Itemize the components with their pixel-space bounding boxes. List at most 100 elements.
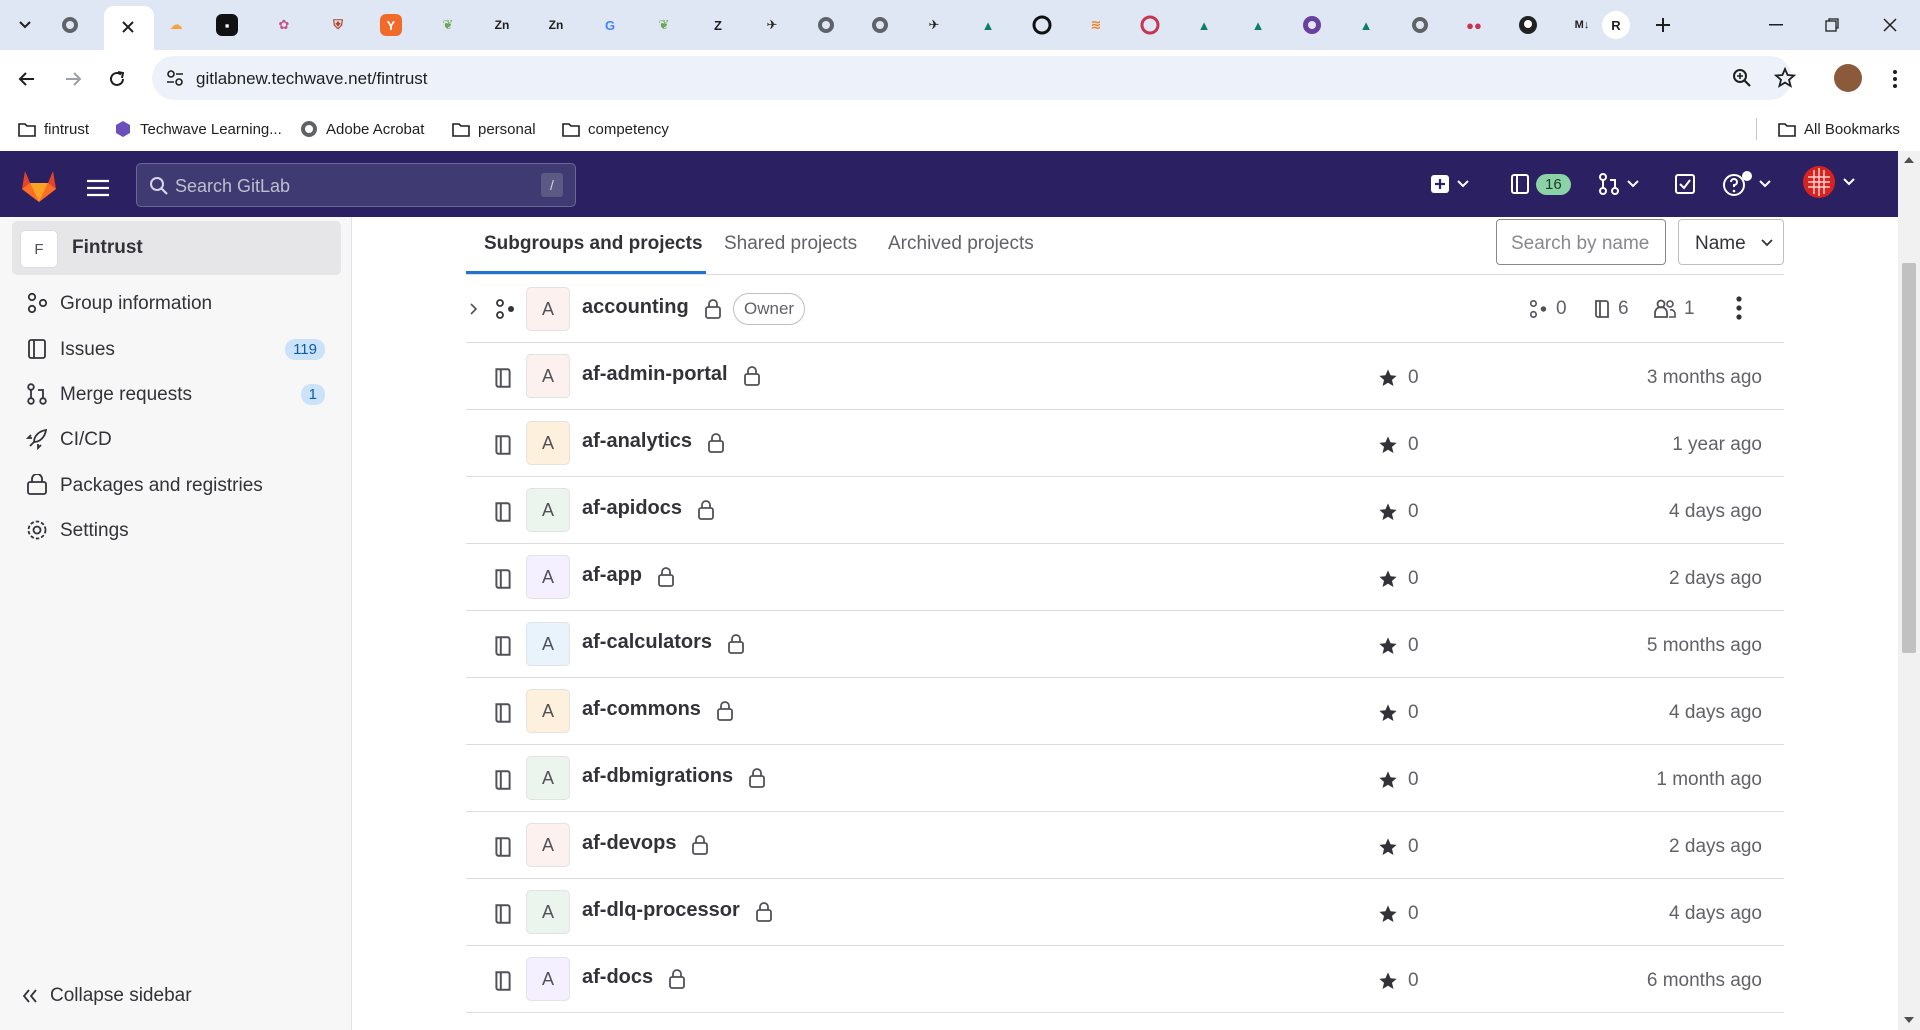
lock-icon [705, 299, 721, 319]
search-gitlab-input[interactable]: Search GitLab / [136, 163, 576, 207]
todo-icon[interactable] [1674, 169, 1696, 199]
bookmark-adobe-acrobat[interactable]: Adobe Acrobat [300, 117, 424, 141]
bookmark-star-icon[interactable] [1774, 67, 1796, 89]
all-bookmarks[interactable]: All Bookmarks [1778, 117, 1900, 141]
project-name[interactable]: af-admin-portal [582, 363, 728, 386]
tab-favicon-leaf-icon[interactable]: ❦ [650, 11, 678, 39]
tab-favicon-bird-icon[interactable]: ✈ [758, 11, 786, 39]
chevron-right-icon[interactable] [470, 303, 478, 315]
active-tab[interactable] [104, 6, 154, 50]
tab-favicon-circle-icon[interactable] [1136, 11, 1164, 39]
bookmark-techwave[interactable]: Techwave Learning... [114, 117, 282, 141]
project-row[interactable]: Aaf-dlq-processor 0 4 days ago [466, 879, 1784, 946]
sidebar-item-ci-cd[interactable]: CI/CD [12, 419, 341, 459]
tab-favicon-bird-icon[interactable]: ✈ [920, 11, 948, 39]
forward-icon[interactable] [58, 64, 88, 94]
project-row[interactable]: Aaf-dbmigrations 0 1 month ago [466, 745, 1784, 812]
tab-favicon-zn-icon[interactable]: Zn [542, 11, 570, 39]
subgroup-name[interactable]: accounting [582, 296, 689, 319]
project-name[interactable]: af-apidocs [582, 497, 682, 520]
star-icon [1379, 369, 1397, 386]
restore-icon[interactable] [1808, 8, 1856, 42]
tab-favicon-shield-icon[interactable]: ⛨ [324, 11, 352, 39]
tab-favicon-z-icon[interactable]: Z [704, 11, 732, 39]
tab-favicon-puzzle-icon[interactable]: ✿ [270, 11, 298, 39]
tab-favicon-globe-icon[interactable] [812, 11, 840, 39]
project-row[interactable]: Aaf-analytics 0 1 year ago [466, 410, 1784, 477]
sidebar-item-issues[interactable]: Issues 119 [12, 329, 341, 369]
tab-favicon-ring-icon[interactable] [1028, 11, 1056, 39]
sidebar-group-header[interactable]: F Fintrust [12, 221, 341, 275]
profile-avatar[interactable] [1834, 64, 1862, 92]
gitlab-logo-icon[interactable] [20, 167, 58, 203]
tab-search-icon[interactable] [10, 10, 40, 40]
bookmark-personal[interactable]: personal [452, 117, 536, 141]
tab-favicon-google-icon[interactable]: G [596, 11, 624, 39]
tab-favicon-leaf-icon[interactable]: ❦ [434, 11, 462, 39]
tab-favicon-globe-icon[interactable] [866, 11, 894, 39]
subgroup-row[interactable]: A accounting Owner 0 6 1 [466, 276, 1784, 343]
address-bar[interactable]: gitlabnew.techwave.net/fintrust [152, 56, 1796, 100]
tab-favicon-globe-icon[interactable] [56, 11, 84, 39]
tab-favicon-zn-icon[interactable]: Zn [488, 11, 516, 39]
reload-icon[interactable] [102, 64, 132, 94]
project-row[interactable]: Aaf-calculators 0 5 months ago [466, 611, 1784, 678]
tab-favicon-cloud-icon[interactable]: ☁ [162, 11, 190, 39]
merge-requests-menu[interactable] [1598, 169, 1640, 199]
sort-dropdown[interactable]: Name [1678, 219, 1784, 265]
project-name[interactable]: af-docs [582, 966, 653, 989]
zoom-icon[interactable] [1732, 68, 1752, 88]
tab-favicon-r-icon[interactable]: R [1602, 11, 1630, 39]
sidebar-item-group-information[interactable]: Group information [12, 283, 341, 323]
project-row[interactable]: Aaf-docs 0 6 months ago [466, 946, 1784, 1013]
tab-favicon-purple-icon[interactable] [1298, 11, 1326, 39]
more-actions-icon[interactable] [1736, 296, 1742, 320]
project-row[interactable]: Aaf-admin-portal 0 3 months ago [466, 343, 1784, 410]
back-icon[interactable] [12, 64, 42, 94]
project-row[interactable]: Aaf-devops 0 2 days ago [466, 812, 1784, 879]
project-row[interactable]: Aaf-apidocs 0 4 days ago [466, 477, 1784, 544]
scrollbar-thumb[interactable] [1902, 263, 1916, 653]
sidebar-item-merge-requests[interactable]: Merge requests 1 [12, 374, 341, 414]
tab-favicon-triangle-icon[interactable]: ▲ [1244, 11, 1272, 39]
user-menu[interactable] [1802, 166, 1856, 198]
issues-menu[interactable]: 16 [1510, 169, 1571, 199]
tab-subgroups-and-projects[interactable]: Subgroups and projects [484, 233, 703, 255]
tab-favicon-globe-icon[interactable] [1406, 11, 1434, 39]
sidebar-item-packages-and-registries[interactable]: Packages and registries [12, 465, 341, 505]
project-name[interactable]: af-devops [582, 832, 676, 855]
url-text[interactable]: gitlabnew.techwave.net/fintrust [196, 69, 428, 89]
project-row[interactable]: Aaf-commons 0 4 days ago [466, 678, 1784, 745]
bookmark-competency[interactable]: competency [562, 117, 669, 141]
tab-favicon-dots-icon[interactable]: ●● [1460, 11, 1488, 39]
bookmark-fintrust[interactable]: fintrust [18, 117, 89, 141]
create-new-menu[interactable] [1430, 169, 1470, 199]
tab-favicon-stack-icon[interactable]: ≋ [1082, 11, 1110, 39]
page-scrollbar[interactable] [1898, 151, 1920, 1030]
project-name[interactable]: af-app [582, 564, 642, 587]
tab-favicon-triangle-icon[interactable]: ▲ [1190, 11, 1218, 39]
hamburger-menu-icon[interactable] [86, 173, 110, 203]
tab-shared-projects[interactable]: Shared projects [724, 233, 857, 255]
tab-archived-projects[interactable]: Archived projects [888, 233, 1034, 255]
project-name[interactable]: af-dbmigrations [582, 765, 733, 788]
tab-favicon-markdown-icon[interactable]: M↓ [1568, 11, 1596, 39]
close-window-icon[interactable] [1866, 8, 1914, 42]
tab-favicon-triangle-icon[interactable]: ▲ [1352, 11, 1380, 39]
tab-favicon-y-icon[interactable]: Y [380, 14, 402, 36]
project-row[interactable]: Aaf-app 0 2 days ago [466, 544, 1784, 611]
tab-favicon-triangle-icon[interactable]: ▲ [974, 11, 1002, 39]
help-menu[interactable] [1722, 169, 1772, 199]
collapse-sidebar-button[interactable]: Collapse sidebar [22, 985, 192, 1007]
tab-favicon-dark-icon[interactable] [1514, 11, 1542, 39]
project-name[interactable]: af-dlq-processor [582, 899, 740, 922]
project-name[interactable]: af-calculators [582, 631, 712, 654]
search-by-name-input[interactable]: Search by name [1496, 219, 1666, 265]
minimize-icon[interactable] [1752, 8, 1800, 42]
browser-menu-icon[interactable] [1880, 64, 1910, 94]
new-tab-icon[interactable] [1648, 10, 1678, 40]
tab-favicon-media-icon[interactable]: ▪ [216, 14, 238, 36]
project-name[interactable]: af-commons [582, 698, 701, 721]
sidebar-item-settings[interactable]: Settings [12, 510, 341, 550]
project-name[interactable]: af-analytics [582, 430, 692, 453]
